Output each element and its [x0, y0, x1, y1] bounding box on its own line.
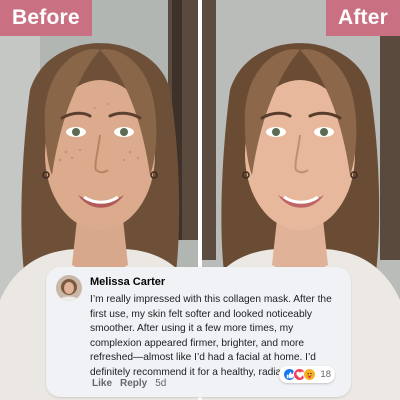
avatar[interactable]	[56, 275, 82, 301]
reply-button[interactable]: Reply	[120, 378, 147, 389]
comment-actions: Like Reply 5d	[92, 378, 166, 389]
like-button[interactable]: Like	[92, 378, 112, 389]
reaction-count: 18	[320, 369, 331, 380]
care-icon	[303, 368, 317, 381]
comment-author[interactable]: Melissa Carter	[90, 275, 341, 289]
reactions-summary[interactable]: 18	[279, 366, 335, 383]
after-label: After	[325, 0, 400, 36]
before-label: Before	[0, 0, 92, 36]
comment-time: 5d	[155, 378, 167, 389]
comment-card: Melissa Carter I’m really impressed with…	[46, 267, 351, 397]
